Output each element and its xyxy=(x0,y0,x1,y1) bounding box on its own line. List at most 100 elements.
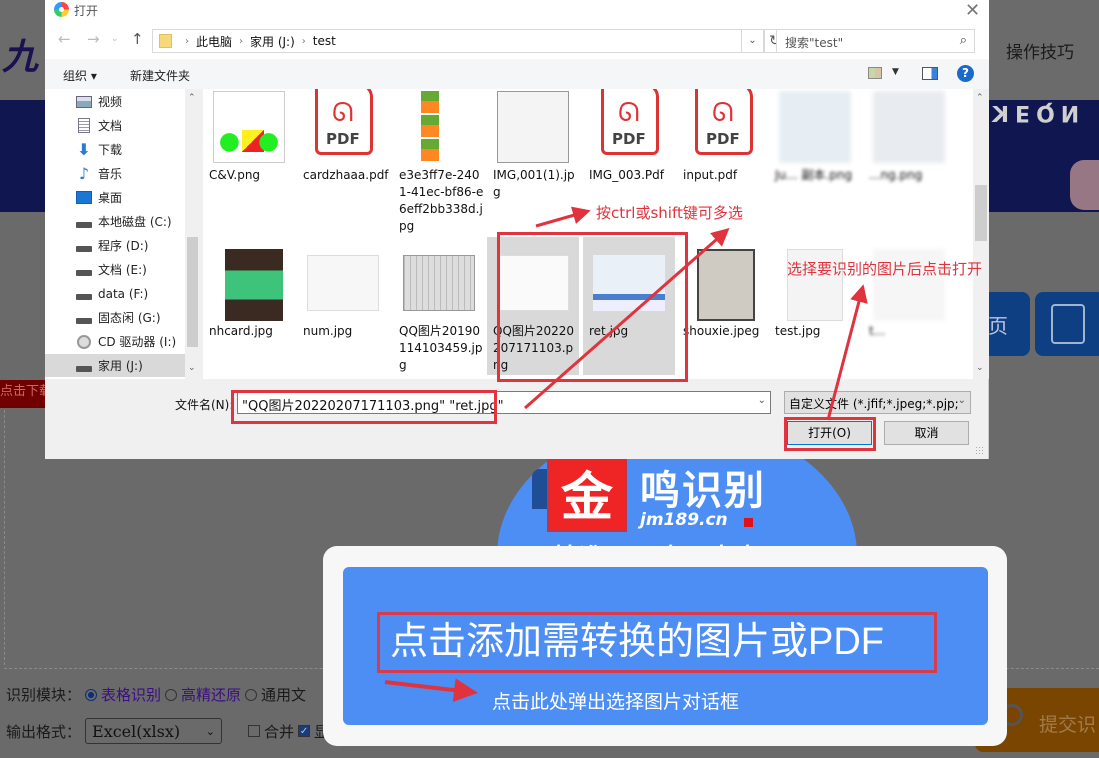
sidebar-item[interactable]: 程序 (D:) xyxy=(45,234,185,257)
resize-grip[interactable] xyxy=(975,446,985,456)
nav-link-tips[interactable]: 操作技巧 xyxy=(1006,38,1074,63)
sidebar-item-label: 下载 xyxy=(98,143,123,157)
recent-chevron-icon[interactable]: ⌄ xyxy=(111,34,119,44)
radio-table[interactable] xyxy=(85,688,98,701)
up-icon[interactable]: ↑ xyxy=(131,30,144,48)
new-folder-button[interactable]: 新建文件夹 xyxy=(130,67,190,84)
forward-icon[interactable]: → xyxy=(87,30,100,48)
desktop-icon xyxy=(76,191,92,205)
drive-icon xyxy=(76,359,92,373)
sidebar-item[interactable]: 桌面 xyxy=(45,186,185,209)
address-bar[interactable]: › 此电脑 › 家用 (J:) › test xyxy=(152,29,742,53)
file-name: ...ng.png xyxy=(869,168,923,182)
merge-label: 合并 xyxy=(264,722,295,741)
file-list-scrollbar[interactable]: ⌃ ⌄ xyxy=(973,89,989,379)
upload-main-label[interactable]: 点击添加需转换的图片或PDF xyxy=(377,612,937,673)
file-item[interactable]: ...ng.png xyxy=(863,89,955,239)
cancel-button[interactable]: 取消 xyxy=(884,421,969,445)
radio-general[interactable] xyxy=(245,688,258,701)
output-format-select[interactable]: Excel(xlsx) ⌄ xyxy=(85,718,223,744)
file-item[interactable]: C&V.png xyxy=(203,89,295,239)
file-item[interactable]: num.jpg xyxy=(297,237,389,375)
file-item[interactable]: Ju... 副本.png xyxy=(769,89,861,239)
acrobat-logo-icon: ᘏ xyxy=(618,98,640,128)
view-mode-icon[interactable] xyxy=(868,67,882,79)
organize-button[interactable]: 组织 ▾ xyxy=(63,67,97,84)
file-name: num.jpg xyxy=(303,324,353,338)
drive-icon xyxy=(76,263,92,277)
image-thumbnail xyxy=(497,255,569,311)
file-item[interactable]: QQ图片20190114103459.jpg xyxy=(393,237,485,375)
file-item[interactable]: ᘏ PDF cardzhaaa.pdf xyxy=(297,89,389,239)
invoice-hand-icon xyxy=(1051,304,1085,344)
preview-pane-icon[interactable] xyxy=(922,67,938,80)
sidebar-item[interactable]: data (F:) xyxy=(45,282,185,305)
brand-name: 鸣识别 xyxy=(640,468,766,514)
sidebar-item[interactable]: ♪ 音乐 xyxy=(45,162,185,185)
back-icon[interactable]: ← xyxy=(58,30,71,48)
output-format-row: 输出格式： Excel(xlsx) ⌄ 合并 ✓ 显 xyxy=(6,718,329,744)
filetype-value: 自定义文件 (*.jfif;*.jpeg;*.pjp;* xyxy=(789,397,965,411)
dropzone-border xyxy=(4,410,5,665)
sidebar-item[interactable]: 固态闲 (G:) xyxy=(45,306,185,329)
breadcrumb-separator: › xyxy=(185,35,189,47)
sidebar-item[interactable]: 家用 (J:) xyxy=(45,354,185,377)
option-high-precision[interactable]: 高精还原 xyxy=(181,684,241,705)
file-item[interactable]: nhcard.jpg xyxy=(203,237,295,375)
upload-sub-label[interactable]: 点击此处弹出选择图片对话框 xyxy=(492,687,739,714)
file-name: shouxie.jpeg xyxy=(683,324,760,338)
brand-dot xyxy=(744,518,753,527)
close-icon[interactable]: ✕ xyxy=(965,0,980,21)
file-item[interactable]: shouxie.jpeg xyxy=(677,237,769,375)
file-name: QQ图片20220207171103.png xyxy=(493,324,575,372)
scroll-up-icon[interactable]: ⌃ xyxy=(188,93,196,103)
image-thumbnail xyxy=(779,91,851,163)
file-item[interactable]: e3e3ff7e-2401-41ec-bf86-e6eff2bb338d.jpg xyxy=(393,89,485,239)
image-thumbnail xyxy=(307,255,379,311)
search-icon[interactable]: ⌕ xyxy=(960,33,967,48)
chevron-down-icon[interactable]: ⌄ xyxy=(758,395,766,406)
file-list-scroll-thumb[interactable] xyxy=(975,185,987,241)
sidebar-item[interactable]: 文档 (E:) xyxy=(45,258,185,281)
banner-hand-image xyxy=(1070,160,1099,210)
file-name: Ju... 副本.png xyxy=(775,168,853,182)
dialog-titlebar[interactable]: 打开 ✕ xyxy=(45,0,989,22)
breadcrumb-test[interactable]: test xyxy=(313,34,336,48)
scroll-up-icon[interactable]: ⌃ xyxy=(976,93,984,103)
breadcrumb-this-pc[interactable]: 此电脑 xyxy=(196,33,232,50)
scroll-down-icon[interactable]: ⌄ xyxy=(188,363,196,373)
radio-high-precision[interactable] xyxy=(165,688,178,701)
search-input[interactable]: 搜索"test" ⌕ xyxy=(776,29,975,53)
image-thumbnail xyxy=(213,91,285,163)
sidebar-item[interactable]: ⬇ 下载 xyxy=(45,138,185,161)
option-general[interactable]: 通用文 xyxy=(261,684,306,705)
option-table[interactable]: 表格识别 xyxy=(101,684,161,705)
image-thumbnail xyxy=(421,91,439,163)
filename-value: "QQ图片20220207171103.png" "ret.jpg" xyxy=(242,399,504,414)
open-button[interactable]: 打开(O) xyxy=(787,421,872,445)
output-format-label: 输出格式： xyxy=(6,722,82,741)
sidebar-item[interactable]: 本地磁盘 (C:) xyxy=(45,210,185,233)
sidebar-scroll-thumb[interactable] xyxy=(187,237,198,347)
scroll-down-icon[interactable]: ⌄ xyxy=(976,363,984,373)
view-dropdown-icon[interactable]: ▼ xyxy=(892,67,899,77)
file-item[interactable]: IMG,001(1).jpg xyxy=(487,89,579,239)
download-badge[interactable]: 点击下载 xyxy=(0,380,46,408)
file-item[interactable]: ret.jpg xyxy=(583,237,675,375)
music-icon: ♪ xyxy=(78,164,90,183)
help-icon[interactable]: ? xyxy=(957,65,974,82)
show-checkbox[interactable]: ✓ xyxy=(298,725,311,737)
filetype-select[interactable]: 自定义文件 (*.jfif;*.jpeg;*.pjp;* ⌄ xyxy=(784,391,971,414)
feature-tile-invoice[interactable] xyxy=(1035,292,1099,356)
sidebar-item[interactable]: 视频 xyxy=(45,90,185,113)
filename-input[interactable]: "QQ图片20220207171103.png" "ret.jpg" ⌄ xyxy=(237,391,771,414)
breadcrumb-drive-j[interactable]: 家用 (J:) xyxy=(250,33,295,50)
address-history-chevron-icon[interactable]: ⌄ xyxy=(742,29,764,53)
image-thumbnail xyxy=(225,249,283,321)
sidebar-scrollbar[interactable]: ⌃ ⌄ xyxy=(185,89,200,379)
merge-checkbox[interactable] xyxy=(248,725,261,737)
sidebar-item[interactable]: CD 驱动器 (I:) xyxy=(45,330,185,353)
sidebar-item[interactable]: 文档 xyxy=(45,114,185,137)
pdf-file-icon: ᘏ PDF xyxy=(601,89,659,155)
file-item[interactable]: QQ图片20220207171103.png xyxy=(487,237,579,375)
